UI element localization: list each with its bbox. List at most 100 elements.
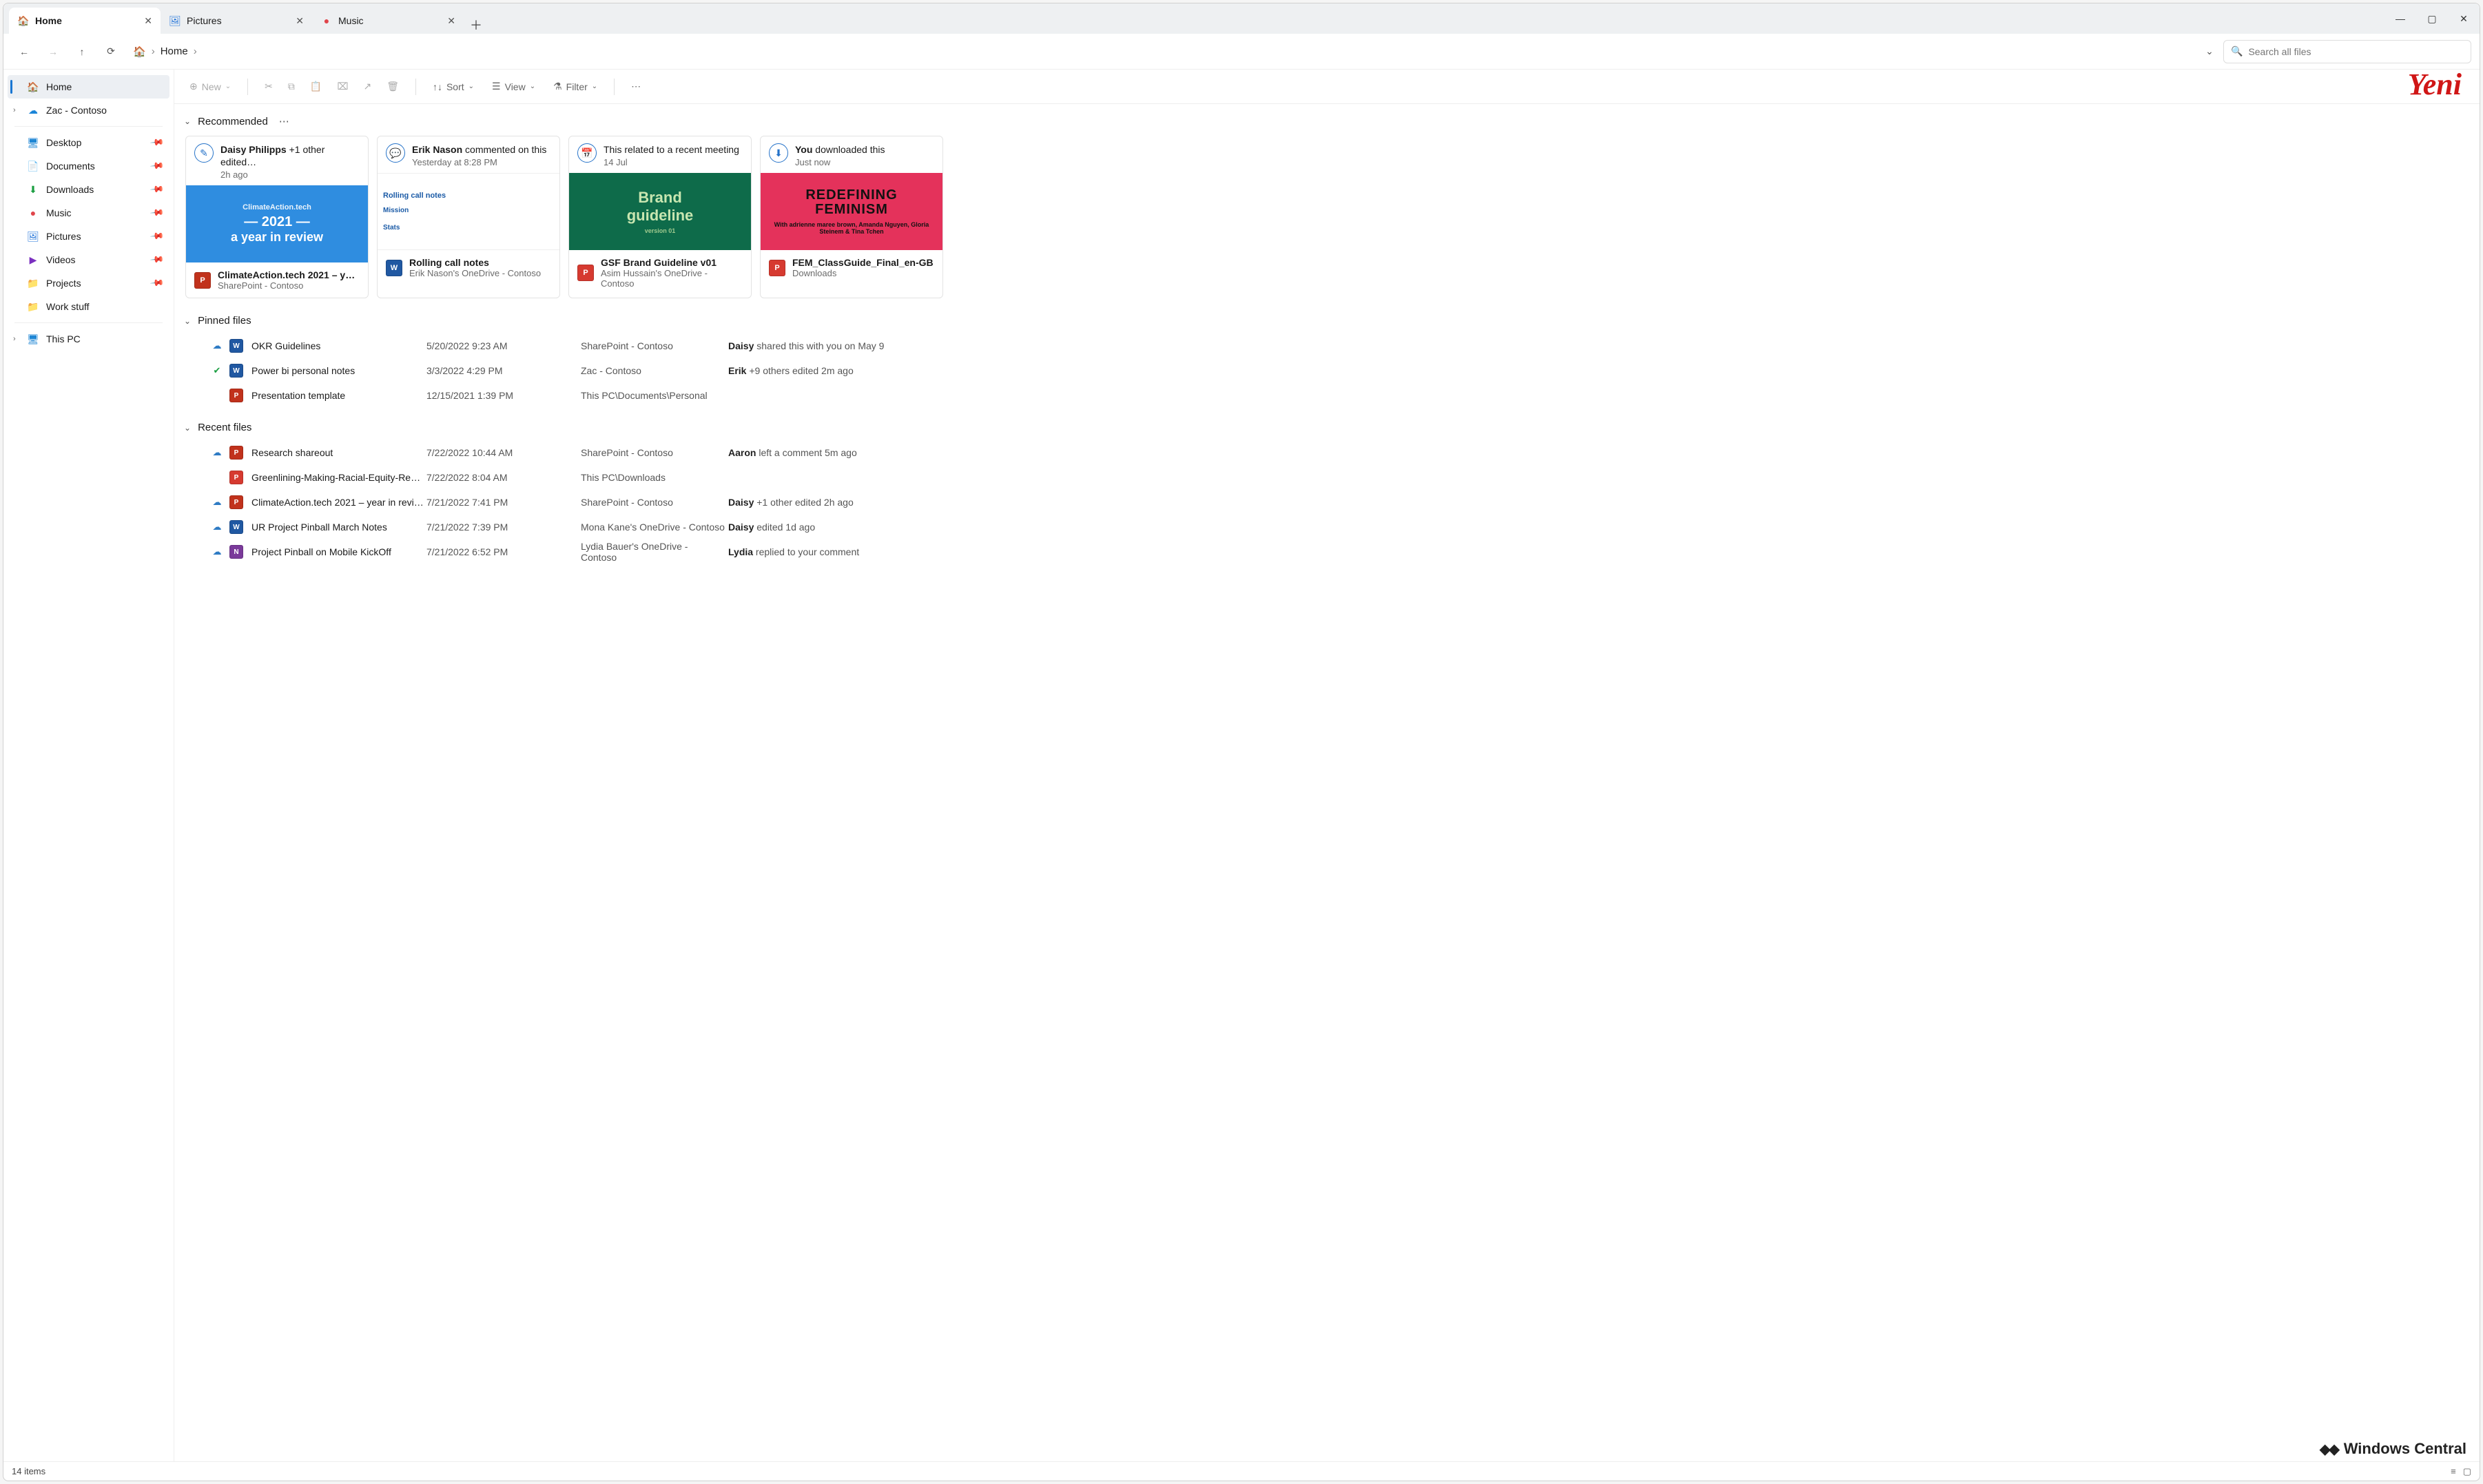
chevron-right-icon[interactable]: › bbox=[13, 106, 16, 114]
file-row[interactable]: ☁ W OKR Guidelines 5/20/2022 9:23 AM Sha… bbox=[185, 333, 2467, 358]
search-box[interactable]: 🔍 bbox=[2223, 40, 2471, 63]
rename-icon: ⌧ bbox=[337, 81, 348, 92]
file-row[interactable]: ☁ N Project Pinball on Mobile KickOff 7/… bbox=[185, 539, 2467, 564]
up-button[interactable]: ↑ bbox=[70, 39, 94, 64]
file-row[interactable]: ✔ W Power bi personal notes 3/3/2022 4:2… bbox=[185, 358, 2467, 383]
section-header-recent[interactable]: ⌄ Recent files bbox=[181, 418, 2467, 437]
card-thumbnail: ClimateAction.tech— 2021 —a year in revi… bbox=[186, 185, 368, 262]
window-controls: — ▢ ✕ bbox=[2384, 3, 2480, 34]
file-row[interactable]: ☁ P ClimateAction.tech 2021 – year in re… bbox=[185, 490, 2467, 515]
delete-button[interactable]: 🗑 bbox=[381, 76, 404, 98]
pinned-file-list: ☁ W OKR Guidelines 5/20/2022 9:23 AM Sha… bbox=[185, 333, 2467, 408]
recommended-card[interactable]: 💬 Erik Nason commented on this Yesterday… bbox=[377, 136, 560, 298]
file-row[interactable]: ☁ P Research shareout 7/22/2022 10:44 AM… bbox=[185, 440, 2467, 465]
breadcrumb-location[interactable]: Home bbox=[161, 45, 188, 57]
sidebar-item-documents[interactable]: 📄 Documents 📌 bbox=[8, 154, 169, 178]
thumbnails-view-button[interactable]: ▢ bbox=[2463, 1466, 2471, 1477]
tab-music[interactable]: ● Music ✕ bbox=[312, 8, 464, 34]
file-type-icon: W bbox=[229, 520, 243, 534]
search-input[interactable] bbox=[2248, 46, 2464, 57]
content-area[interactable]: ⌄ Recommended ⋯ ✎ Daisy Philipps +1 othe… bbox=[174, 104, 2480, 1461]
activity-badge-icon: 💬 bbox=[386, 143, 405, 163]
share-button[interactable]: ↗ bbox=[358, 76, 377, 98]
refresh-button[interactable]: ⟳ bbox=[99, 39, 123, 64]
card-timestamp: Just now bbox=[795, 157, 885, 167]
file-row[interactable]: P Greenlining-Making-Racial-Equity-Rea… … bbox=[185, 465, 2467, 490]
chevron-down-icon[interactable]: ⌄ bbox=[184, 116, 191, 126]
sidebar-item-downloads[interactable]: ⬇ Downloads 📌 bbox=[8, 178, 169, 201]
close-icon[interactable]: ✕ bbox=[144, 15, 152, 27]
sidebar-item-videos[interactable]: ▶ Videos 📌 bbox=[8, 248, 169, 271]
rename-button[interactable]: ⌧ bbox=[331, 76, 353, 98]
sidebar-item-projects[interactable]: 📁 Projects 📌 bbox=[8, 271, 169, 295]
pin-icon[interactable]: 📌 bbox=[150, 135, 165, 151]
address-history-dropdown[interactable]: ⌄ bbox=[2200, 45, 2219, 57]
card-location: Downloads bbox=[792, 268, 934, 278]
new-tab-button[interactable]: ＋ bbox=[464, 16, 488, 34]
new-button[interactable]: ⊕ New ⌄ bbox=[184, 76, 236, 98]
sidebar-item-onedrive[interactable]: › ☁ Zac - Contoso bbox=[8, 99, 169, 122]
details-view-button[interactable]: ≡ bbox=[2451, 1466, 2456, 1477]
recommended-card[interactable]: ⬇ You downloaded this Just now REDEFININ… bbox=[760, 136, 943, 298]
more-icon[interactable]: ⋯ bbox=[279, 115, 289, 127]
section-header-pinned[interactable]: ⌄ Pinned files bbox=[181, 311, 2467, 331]
nav-toolbar: ← → ↑ ⟳ 🏠 › Home › ⌄ 🔍 bbox=[3, 34, 2480, 70]
more-button[interactable]: ⋯ bbox=[626, 76, 646, 98]
pin-icon[interactable]: 📌 bbox=[150, 182, 165, 198]
chevron-right-icon: › bbox=[194, 45, 197, 57]
file-activity: Lydia replied to your comment bbox=[728, 546, 2467, 557]
sidebar-item-workstuff[interactable]: 📁 Work stuff bbox=[8, 295, 169, 318]
pin-icon[interactable]: 📌 bbox=[150, 252, 165, 268]
recommended-card[interactable]: 📅 This related to a recent meeting 14 Ju… bbox=[568, 136, 752, 298]
file-row[interactable]: ☁ W UR Project Pinball March Notes 7/21/… bbox=[185, 515, 2467, 539]
tab-home[interactable]: 🏠 Home ✕ bbox=[9, 8, 161, 34]
breadcrumb[interactable]: 🏠 › Home › bbox=[133, 45, 197, 58]
pin-icon[interactable]: 📌 bbox=[150, 229, 165, 245]
file-location: SharePoint - Contoso bbox=[581, 497, 725, 508]
pin-icon[interactable]: 📌 bbox=[150, 276, 165, 291]
filter-button[interactable]: ⚗ Filter ⌄ bbox=[548, 76, 603, 98]
pin-icon[interactable]: 📌 bbox=[150, 205, 165, 221]
card-timestamp: 14 Jul bbox=[604, 157, 739, 167]
back-button[interactable]: ← bbox=[12, 39, 37, 64]
file-type-icon: P bbox=[229, 495, 243, 509]
copy-button[interactable]: ⧉ bbox=[282, 76, 300, 98]
maximize-button[interactable]: ▢ bbox=[2416, 3, 2448, 34]
sidebar-item-label: Desktop bbox=[46, 137, 81, 148]
close-icon[interactable]: ✕ bbox=[296, 15, 304, 27]
cut-button[interactable]: ✂ bbox=[259, 76, 278, 98]
sidebar-item-home[interactable]: 🏠 Home bbox=[8, 75, 169, 99]
cloud-status-icon: ☁ bbox=[207, 497, 227, 508]
view-button[interactable]: ☰ View ⌄ bbox=[486, 76, 541, 98]
section-header-recommended[interactable]: ⌄ Recommended ⋯ bbox=[181, 111, 2467, 132]
card-thumbnail: REDEFININGFEMINISMWith adrienne maree br… bbox=[761, 173, 942, 250]
separator bbox=[247, 79, 248, 95]
sidebar-item-label: This PC bbox=[46, 333, 81, 344]
chevron-down-icon[interactable]: ⌄ bbox=[184, 423, 191, 433]
sort-button[interactable]: ↑↓ Sort ⌄ bbox=[427, 76, 480, 98]
home-icon: 🏠 bbox=[133, 45, 146, 58]
chevron-right-icon[interactable]: › bbox=[13, 335, 16, 343]
sort-icon: ↑↓ bbox=[433, 81, 442, 92]
chevron-down-icon[interactable]: ⌄ bbox=[184, 316, 191, 326]
cmd-label: Filter bbox=[566, 81, 588, 92]
card-activity: This related to a recent meeting bbox=[604, 143, 739, 156]
forward-button[interactable]: → bbox=[41, 39, 65, 64]
paste-button[interactable]: 📋 bbox=[305, 76, 327, 98]
tab-pictures[interactable]: 🖼 Pictures ✕ bbox=[161, 8, 312, 34]
item-count: 14 items bbox=[12, 1466, 45, 1476]
close-icon[interactable]: ✕ bbox=[447, 15, 455, 27]
chevron-right-icon: › bbox=[152, 45, 155, 57]
sidebar-item-this-pc[interactable]: › 🖥 This PC bbox=[8, 327, 169, 351]
sidebar-item-desktop[interactable]: 🖥 Desktop 📌 bbox=[8, 131, 169, 154]
trash-icon: 🗑 bbox=[387, 81, 399, 92]
minimize-button[interactable]: — bbox=[2384, 3, 2416, 34]
recommended-card[interactable]: ✎ Daisy Philipps +1 other edited… 2h ago… bbox=[185, 136, 369, 298]
file-row[interactable]: P Presentation template 12/15/2021 1:39 … bbox=[185, 383, 2467, 408]
file-name: Presentation template bbox=[251, 390, 424, 401]
close-window-button[interactable]: ✕ bbox=[2448, 3, 2480, 34]
chevron-down-icon: ⌄ bbox=[468, 83, 474, 90]
sidebar-item-pictures[interactable]: 🖼 Pictures 📌 bbox=[8, 225, 169, 248]
sidebar-item-music[interactable]: ● Music 📌 bbox=[8, 201, 169, 225]
pin-icon[interactable]: 📌 bbox=[150, 158, 165, 174]
